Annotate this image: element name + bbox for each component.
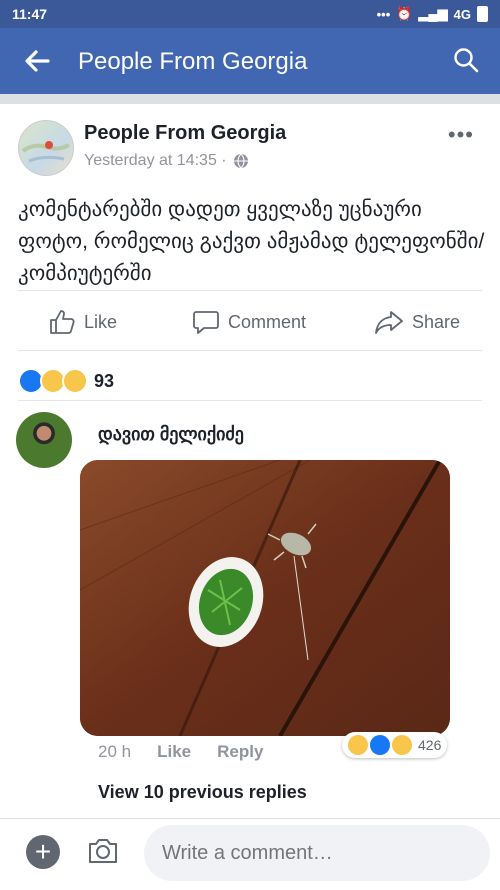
comment-time: 20 h — [98, 742, 132, 761]
battery-icon — [477, 6, 488, 22]
comment-button[interactable]: Comment — [192, 308, 306, 336]
comment-composer: + — [0, 818, 500, 890]
post-page-name[interactable]: People From Georgia — [84, 122, 286, 145]
comment-like-link[interactable]: Like — [157, 742, 191, 762]
page-title: People From Georgia — [78, 48, 308, 75]
dots-icon: ••• — [376, 6, 391, 22]
globe-icon — [233, 153, 248, 169]
comment-photo[interactable] — [80, 460, 450, 736]
like-reaction-icon — [370, 735, 390, 755]
app-bar: People From Georgia — [0, 28, 500, 94]
page-avatar[interactable] — [18, 120, 74, 176]
network-label: 4G — [453, 6, 471, 22]
commenter-name[interactable]: დავით მელიქიძე — [98, 424, 244, 445]
post-meta: Yesterday at 14:35 · — [84, 152, 249, 170]
post-timestamp[interactable]: Yesterday at 14:35 · — [84, 152, 227, 170]
map-thumbnail-icon — [21, 141, 70, 163]
thumbs-up-icon — [50, 310, 75, 334]
like-button[interactable]: Like — [48, 308, 117, 336]
status-bar: 11:47 ••• ⏰ ▂▄▆ 4G — [0, 0, 500, 28]
like-label: Like — [84, 311, 118, 332]
post-text: კომენტარებში დადეთ ყველაზე უცნაური ფოტო,… — [18, 198, 485, 285]
photo-image — [80, 460, 450, 736]
comment-meta: 20 h Like Reply — [98, 742, 263, 762]
view-previous-replies-link[interactable]: View 10 previous replies — [98, 782, 307, 803]
search-icon[interactable] — [452, 46, 480, 74]
comment-reactions[interactable]: 426 — [342, 732, 448, 758]
more-options-icon[interactable]: ••• — [448, 122, 474, 148]
share-label: Share — [412, 311, 461, 332]
comment-input[interactable] — [144, 825, 490, 881]
alarm-icon: ⏰ — [396, 6, 413, 21]
separator — [0, 94, 500, 104]
comment-reply-link[interactable]: Reply — [217, 742, 263, 762]
status-icons: ••• ⏰ ▂▄▆ 4G — [377, 6, 488, 22]
camera-icon[interactable] — [86, 834, 120, 868]
status-time: 11:47 — [12, 6, 48, 22]
divider — [18, 350, 482, 351]
haha-reaction-icon — [348, 735, 368, 755]
wow-reaction-icon — [392, 735, 412, 755]
share-button[interactable]: Share — [374, 308, 460, 336]
signal-icon: ▂▄▆ — [418, 6, 448, 21]
post-reactions[interactable]: 93 — [18, 368, 114, 394]
comment-label: Comment — [228, 311, 307, 332]
divider — [18, 400, 482, 401]
post-actions: Like Comment Share — [0, 300, 500, 340]
back-arrow-icon[interactable] — [22, 46, 52, 76]
wow-reaction-icon — [62, 368, 88, 394]
share-icon — [375, 311, 403, 334]
add-icon[interactable]: + — [26, 835, 60, 869]
reaction-count: 93 — [94, 370, 115, 391]
comment-icon — [193, 311, 219, 334]
divider — [18, 290, 482, 291]
comment-reaction-count: 426 — [418, 737, 442, 753]
commenter-avatar[interactable] — [16, 412, 72, 468]
